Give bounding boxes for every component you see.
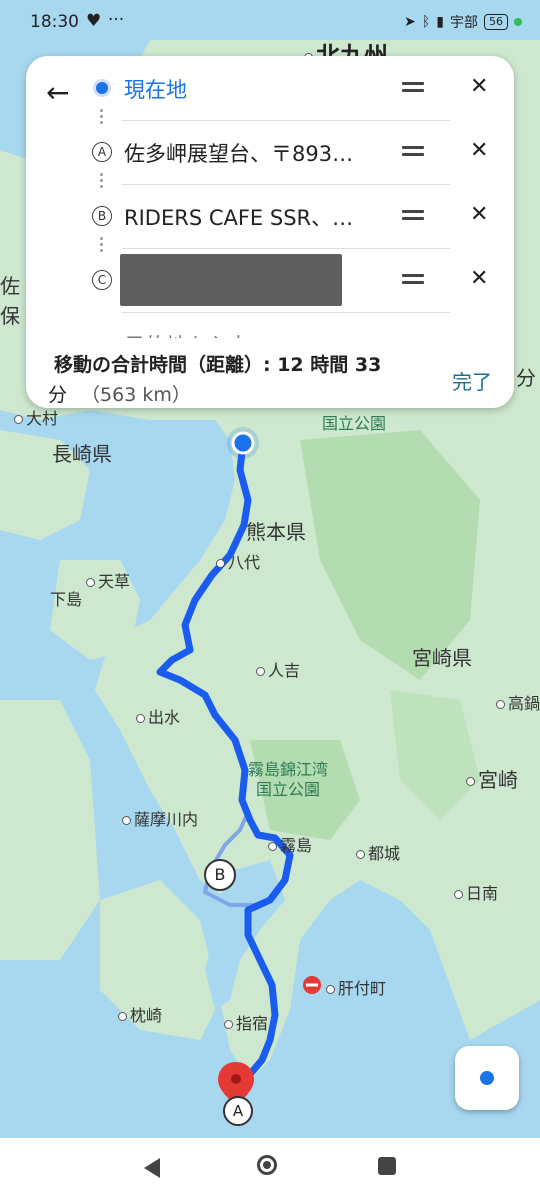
current-location-icon bbox=[92, 78, 112, 98]
privacy-indicator-icon bbox=[514, 18, 522, 26]
map-waypoint-b[interactable]: B bbox=[204, 859, 236, 891]
location-icon: ➤ bbox=[404, 14, 416, 30]
system-nav-bar bbox=[0, 1138, 540, 1200]
total-distance: （563 km） bbox=[81, 384, 191, 406]
total-time-cont: 分（563 km） bbox=[48, 384, 191, 406]
map-label-takanabe: 高鍋 bbox=[496, 690, 540, 714]
my-location-button[interactable] bbox=[455, 1046, 519, 1110]
map-label-kimotsuki: 肝付町 bbox=[326, 975, 386, 999]
map-label-yatsushiro: 八代 bbox=[216, 549, 260, 573]
map-label-izumi: 出水 bbox=[136, 704, 180, 728]
more-notifications-icon: ··· bbox=[108, 10, 125, 30]
drag-handle-icon[interactable] bbox=[402, 142, 424, 162]
status-right-text: 宇部 bbox=[450, 15, 478, 31]
map-label-nichinan: 日南 bbox=[454, 880, 498, 904]
my-location-icon bbox=[480, 1071, 494, 1085]
map-label-kirishima-park: 霧島錦江湾 国立公園 bbox=[248, 760, 329, 799]
redacted-block bbox=[120, 254, 342, 306]
nav-home-icon[interactable] bbox=[257, 1155, 277, 1175]
drag-handle-icon[interactable] bbox=[402, 270, 424, 290]
bluetooth-icon: ᛒ bbox=[421, 14, 431, 30]
remove-stop-icon[interactable]: ✕ bbox=[470, 202, 488, 227]
route-stop-label[interactable]: RIDERS CAFE SSR、… bbox=[124, 202, 384, 232]
map-label-makurazaki: 枕崎 bbox=[118, 1002, 162, 1026]
nav-recents-icon[interactable] bbox=[378, 1157, 396, 1175]
total-time: 移動の合計時間（距離）: 12 時間 33 bbox=[54, 354, 382, 376]
map-label-miyazaki-pref: 宮崎県 bbox=[412, 646, 472, 670]
battery-icon: 56 bbox=[484, 14, 508, 30]
map-label-shimojima: 下島 bbox=[50, 590, 83, 609]
map-label-miyazaki: 宮崎 bbox=[466, 764, 518, 793]
map-label-kumamoto: 熊本県 bbox=[246, 520, 306, 544]
map-label-sa: 佐 bbox=[0, 274, 20, 298]
drag-handle-icon[interactable] bbox=[402, 206, 424, 226]
map-label-hitoyoshi: 人吉 bbox=[256, 657, 300, 681]
status-time: 18:30 bbox=[30, 12, 79, 32]
route-summary: 移動の合計時間（距離）: 12 時間 33 分（563 km） 完了 bbox=[26, 338, 514, 408]
done-button[interactable]: 完了 bbox=[452, 366, 492, 395]
status-bar: 18:30 ♥ ··· ➤ ᛒ ▮ 宇部 56 bbox=[0, 0, 540, 44]
map-label-ho: 保 bbox=[0, 304, 20, 328]
route-stop-label[interactable]: 佐多岬展望台、〒893… bbox=[124, 138, 384, 168]
map-label-omura: 大村 bbox=[14, 405, 58, 429]
map-label-satsumasendai: 薩摩川内 bbox=[122, 806, 198, 830]
heart-icon: ♥ bbox=[86, 11, 102, 31]
route-stop-label[interactable]: 現在地 bbox=[124, 74, 384, 104]
map-label-park-north: 国立公園 bbox=[322, 414, 387, 433]
map-label-ibusuki: 指宿 bbox=[224, 1010, 268, 1034]
map-label-kirishima: 霧島 bbox=[268, 832, 312, 856]
remove-stop-icon[interactable]: ✕ bbox=[470, 266, 488, 291]
map-label-nagasaki: 長崎県 bbox=[52, 442, 112, 466]
waypoint-b-icon: B bbox=[92, 206, 112, 226]
remove-stop-icon[interactable]: ✕ bbox=[470, 138, 488, 163]
waypoint-a-icon: A bbox=[92, 142, 112, 162]
map-waypoint-a[interactable]: A bbox=[223, 1096, 253, 1126]
map-label-fun: 分 bbox=[516, 366, 536, 390]
map-label-amakusa: 天草 bbox=[86, 568, 130, 592]
map-label-miyakonojo: 都城 bbox=[356, 840, 400, 864]
drag-handle-icon[interactable] bbox=[402, 78, 424, 98]
route-card: ← 現在地 ✕ A 佐多岬展望台、〒893… ✕ B RIDERS CAFE S… bbox=[26, 56, 514, 408]
remove-stop-icon[interactable]: ✕ bbox=[470, 74, 488, 99]
nav-back-icon[interactable] bbox=[144, 1158, 160, 1178]
waypoint-c-icon: C bbox=[92, 270, 112, 290]
signal-icon: ▮ bbox=[436, 14, 444, 30]
